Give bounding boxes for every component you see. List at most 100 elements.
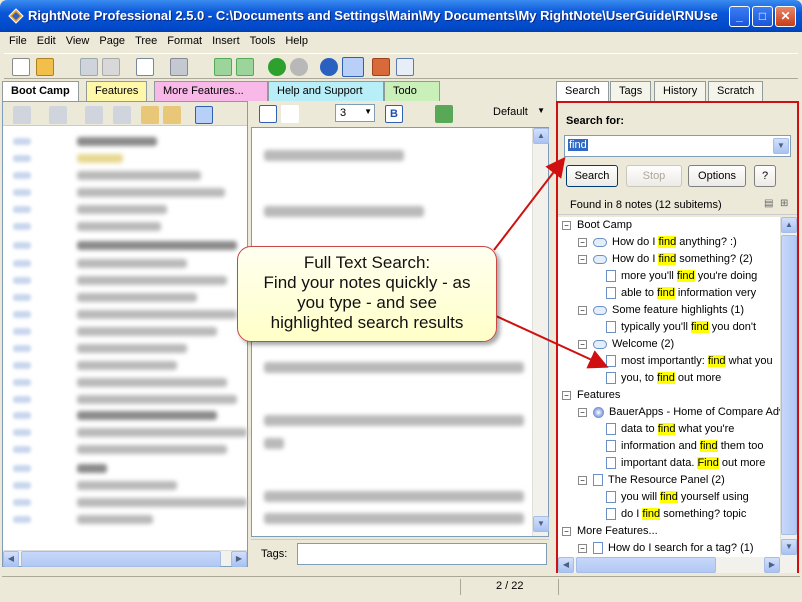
result-item[interactable]: most importantly: find what you xyxy=(606,353,773,370)
search-input[interactable]: find ▼ xyxy=(564,135,791,157)
window-button[interactable] xyxy=(396,58,414,76)
style-button[interactable] xyxy=(435,105,453,123)
plugin-button[interactable] xyxy=(372,58,390,76)
result-item[interactable]: do I find something? topic xyxy=(606,506,746,523)
lock-button[interactable] xyxy=(102,58,120,76)
scroll-down-icon[interactable]: ▼ xyxy=(781,539,797,555)
minimize-button[interactable]: _ xyxy=(729,6,750,27)
tree-move-button[interactable] xyxy=(85,106,103,124)
scroll-left-icon[interactable]: ◀ xyxy=(3,551,19,567)
scroll-thumb[interactable] xyxy=(781,235,797,535)
result-item[interactable]: information and find them too xyxy=(606,438,764,455)
tab-todo[interactable]: Todo xyxy=(384,81,440,101)
layout-button[interactable] xyxy=(342,57,364,77)
search-icon[interactable] xyxy=(320,58,338,76)
search-results-tree[interactable]: − Boot Camp − How do I find anything? :) − Ho… xyxy=(558,217,780,557)
new-note-button[interactable] xyxy=(12,58,30,76)
tab-scratch[interactable]: Scratch xyxy=(708,81,764,101)
result-group[interactable]: − Boot Camp xyxy=(562,217,632,234)
result-item[interactable]: data to find what you're xyxy=(606,421,734,438)
bold-button[interactable]: B xyxy=(385,105,403,123)
options-button[interactable]: Options xyxy=(688,165,746,187)
search-help-button[interactable]: ? xyxy=(754,165,776,187)
menu-insert[interactable]: Insert xyxy=(207,32,245,50)
stop-button[interactable]: Stop xyxy=(626,165,682,187)
scroll-right-icon[interactable]: ▶ xyxy=(764,557,780,573)
tags-input[interactable] xyxy=(297,543,547,565)
menu-format[interactable]: Format xyxy=(162,32,207,50)
scroll-up-icon[interactable]: ▲ xyxy=(781,217,797,233)
collapse-icon[interactable]: ▤ xyxy=(764,198,773,209)
scroll-thumb[interactable] xyxy=(21,551,221,567)
tab-tags[interactable]: Tags xyxy=(610,81,652,101)
forward-button[interactable] xyxy=(290,58,308,76)
tab-more-features[interactable]: More Features... xyxy=(154,81,268,101)
result-item[interactable]: typically you'll find you don't xyxy=(606,319,756,336)
maximize-button[interactable]: □ xyxy=(752,6,773,27)
font-size-select[interactable]: 3 ▼ xyxy=(335,104,375,122)
result-item[interactable]: − Some feature highlights (1) xyxy=(578,302,744,319)
results-vertical-scrollbar[interactable]: ▲ ▼ xyxy=(780,217,797,557)
collapse-toggle-icon[interactable]: − xyxy=(578,543,587,553)
result-item[interactable]: − How do I find anything? :) xyxy=(578,234,737,251)
collapse-toggle-icon[interactable]: − xyxy=(578,339,587,349)
result-item[interactable]: − How do I search for a tag? (1) xyxy=(578,540,754,557)
tree-up-button[interactable] xyxy=(141,106,159,124)
tree-view-button[interactable] xyxy=(195,106,213,124)
tab-search[interactable]: Search xyxy=(556,81,609,102)
tree-delete-button[interactable] xyxy=(113,106,131,124)
close-button[interactable]: ✕ xyxy=(775,6,796,27)
menu-page[interactable]: Page xyxy=(94,32,130,50)
tree-down-button[interactable] xyxy=(163,106,181,124)
page-button[interactable] xyxy=(259,105,277,123)
menu-edit[interactable]: Edit xyxy=(32,32,61,50)
result-item[interactable]: more you'll find you're doing xyxy=(606,268,757,285)
result-item[interactable]: you will find yourself using xyxy=(606,489,749,506)
scroll-thumb[interactable] xyxy=(576,557,716,573)
style-select[interactable]: Default ▼ xyxy=(489,104,547,122)
results-horizontal-scrollbar[interactable]: ◀ ▶ xyxy=(558,557,797,573)
back-button[interactable] xyxy=(268,58,286,76)
tree-add-button[interactable] xyxy=(13,106,31,124)
menu-tree[interactable]: Tree xyxy=(130,32,162,50)
result-item[interactable]: − Welcome (2) xyxy=(578,336,674,353)
scroll-down-icon[interactable]: ▼ xyxy=(533,516,549,532)
collapse-toggle-icon[interactable]: − xyxy=(578,237,587,247)
open-folder-button[interactable] xyxy=(36,58,54,76)
tab-history[interactable]: History xyxy=(654,81,707,101)
menu-tools[interactable]: Tools xyxy=(245,32,281,50)
import-button[interactable] xyxy=(214,58,232,76)
result-item[interactable]: − How do I find something? (2) xyxy=(578,251,753,268)
scroll-right-icon[interactable]: ▶ xyxy=(231,551,247,567)
tab-help-support[interactable]: Help and Support xyxy=(268,81,384,101)
export-button[interactable] xyxy=(236,58,254,76)
collapse-toggle-icon[interactable]: − xyxy=(578,475,587,485)
tab-features[interactable]: Features xyxy=(86,81,148,101)
collapse-toggle-icon[interactable]: − xyxy=(578,305,587,315)
search-button[interactable]: Search xyxy=(566,165,618,187)
menu-file[interactable]: File xyxy=(4,32,32,50)
collapse-toggle-icon[interactable]: − xyxy=(562,220,571,230)
result-item[interactable]: you, to find out more xyxy=(606,370,721,387)
editor-vertical-scrollbar[interactable]: ▲ ▼ xyxy=(532,128,549,536)
collapse-toggle-icon[interactable]: − xyxy=(578,254,587,264)
result-group[interactable]: − Features xyxy=(562,387,620,404)
tree-horizontal-scrollbar[interactable]: ◀ ▶ xyxy=(3,550,247,567)
find-button[interactable] xyxy=(136,58,154,76)
collapse-toggle-icon[interactable]: − xyxy=(562,526,571,536)
result-item[interactable]: able to find information very xyxy=(606,285,756,302)
chevron-down-icon[interactable]: ▼ xyxy=(773,138,789,154)
print-button[interactable] xyxy=(170,58,188,76)
collapse-toggle-icon[interactable]: − xyxy=(562,390,571,400)
result-item[interactable]: important data. Find out more xyxy=(606,455,765,472)
save-button[interactable] xyxy=(80,58,98,76)
result-item[interactable]: − The Resource Panel (2) xyxy=(578,472,725,489)
tab-boot-camp[interactable]: Boot Camp xyxy=(2,81,79,102)
result-item[interactable]: − BauerApps - Home of Compare Adv xyxy=(578,404,780,421)
scroll-left-icon[interactable]: ◀ xyxy=(558,557,574,573)
expand-icon[interactable]: ⊞ xyxy=(780,198,788,209)
collapse-toggle-icon[interactable]: − xyxy=(578,407,587,417)
menu-help[interactable]: Help xyxy=(280,32,313,50)
scroll-up-icon[interactable]: ▲ xyxy=(533,128,549,144)
list-button[interactable] xyxy=(281,105,299,123)
